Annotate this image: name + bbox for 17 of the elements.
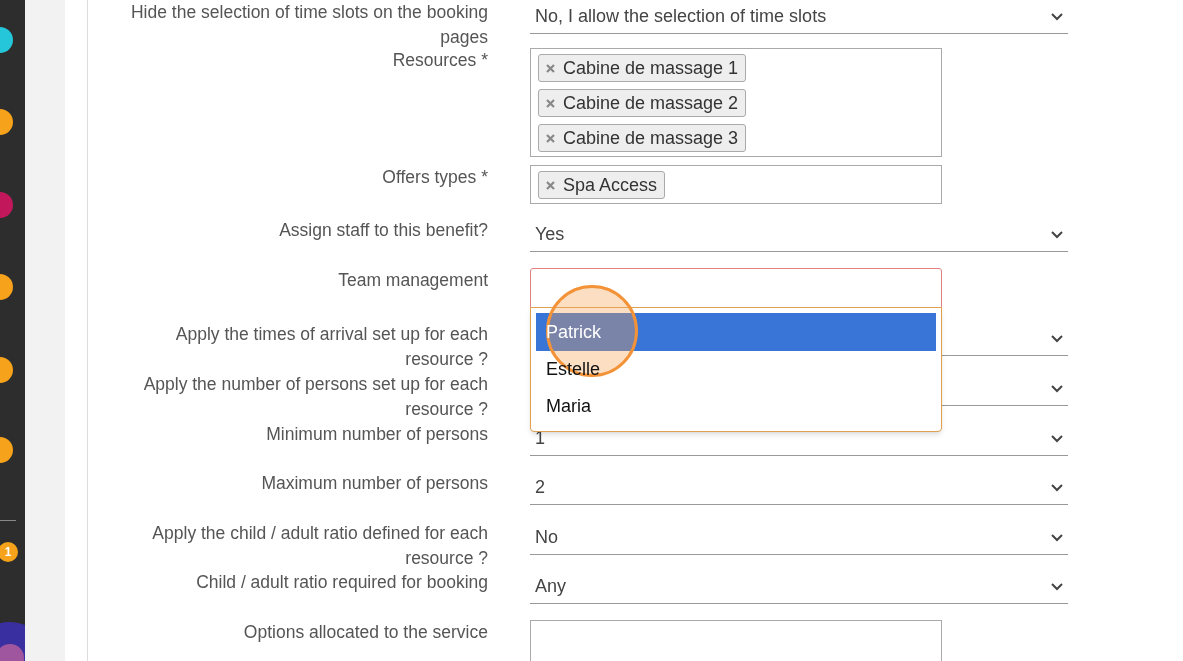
tag-label: Cabine de massage 3: [563, 126, 739, 150]
field-label: Apply the number of persons set up for each resource ?: [142, 373, 488, 421]
tag-label: Spa Access: [563, 173, 658, 197]
field-label: Apply the times of arrival set up for each resource ?: [174, 323, 488, 371]
tag-label: Cabine de massage 2: [563, 91, 739, 115]
field-label: Team management: [337, 269, 488, 292]
field-label: Apply the child / adult ratio defined for each resource ?: [151, 522, 488, 570]
field-label: Options allocated to the service: [242, 621, 488, 644]
field-label: Offers types *: [381, 166, 488, 189]
field-label: Minimum number of persons: [265, 423, 488, 446]
field-label: Child / adult ratio required for booking: [195, 571, 488, 594]
field-label: Assign staff to this benefit?: [278, 219, 488, 242]
field-label: Resources *: [391, 49, 488, 72]
tag-label: Cabine de massage 1: [563, 56, 739, 80]
field-label: Hide the selection of time slots on the booking pages: [130, 1, 488, 49]
field-label: Maximum number of persons: [260, 472, 488, 495]
notification-badge: 1: [0, 542, 18, 562]
